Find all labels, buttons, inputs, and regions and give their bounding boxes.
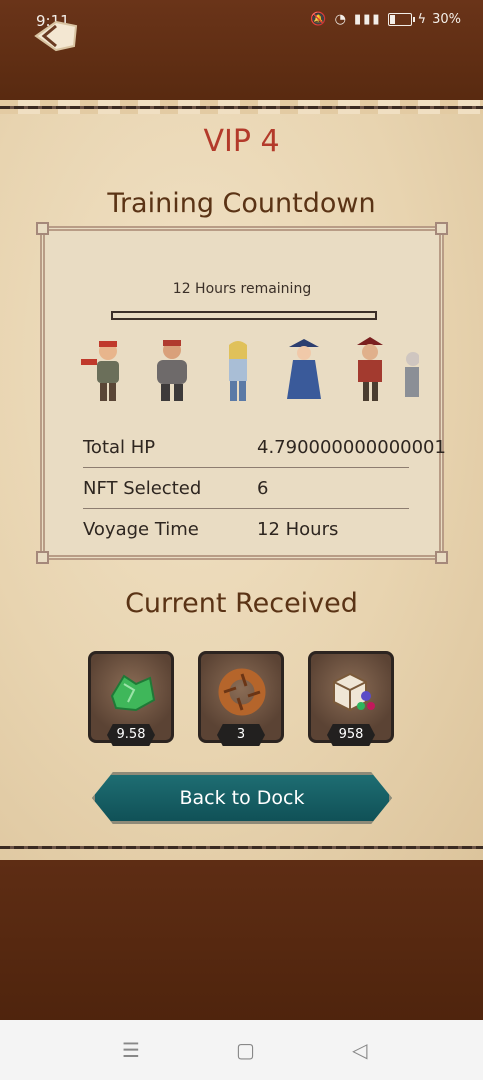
bottom-wood-border — [0, 860, 483, 1020]
hours-remaining-text: 12 Hours remaining — [172, 281, 312, 297]
back-nav-icon[interactable]: ◁ — [352, 1038, 367, 1062]
corner-ornament — [435, 222, 448, 235]
corner-ornament — [36, 551, 49, 564]
gem-cube-icon — [333, 672, 375, 712]
stat-value: 12 Hours — [257, 519, 339, 540]
stat-nft-selected: NFT Selected 6 — [83, 470, 409, 509]
green-crystal-icon — [110, 674, 156, 712]
reward-slot[interactable]: 958 — [308, 651, 394, 746]
reward-slot[interactable]: 9.58 — [88, 651, 174, 746]
battery-percent: 30% — [432, 12, 461, 27]
vip-level: VIP 4 — [203, 124, 280, 159]
back-button[interactable] — [34, 20, 78, 52]
current-received-title: Current Received — [125, 588, 358, 619]
pirate-4-figure — [287, 339, 321, 399]
reward-value: 9.58 — [107, 724, 155, 746]
stat-value: 4.790000000000001 — [257, 437, 446, 458]
pirate-1-figure — [81, 341, 119, 401]
top-rope-divider — [0, 106, 483, 109]
crew-lineup — [75, 337, 419, 405]
recents-icon[interactable]: ☰ — [122, 1038, 140, 1062]
charging-icon: ϟ — [417, 12, 427, 27]
stat-voyage-time: Voyage Time 12 Hours — [83, 511, 409, 549]
reward-value: 3 — [217, 724, 265, 746]
pirate-2-figure — [157, 340, 187, 401]
system-nav-bar: ☰ ▢ ◁ — [0, 1020, 483, 1080]
pirate-6-figure — [405, 352, 419, 397]
pirate-5-figure — [357, 337, 383, 401]
training-countdown-title: Training Countdown — [107, 188, 376, 219]
pirate-3-figure — [229, 341, 247, 401]
corner-ornament — [36, 222, 49, 235]
reward-slot[interactable]: 3 — [198, 651, 284, 746]
bottom-rope-divider — [0, 846, 483, 849]
stat-label: NFT Selected — [83, 478, 202, 499]
network-icons: 🔕 ◔ ▮▮▮ — [310, 12, 382, 27]
battery-level — [389, 15, 395, 24]
stat-total-hp: Total HP 4.790000000000001 — [83, 429, 446, 468]
wood-ring-icon — [218, 668, 266, 716]
status-indicators: 🔕 ◔ ▮▮▮ ϟ 30% — [310, 12, 461, 27]
stat-label: Total HP — [83, 437, 156, 458]
battery-icon — [387, 13, 415, 26]
corner-ornament — [435, 551, 448, 564]
stat-value: 6 — [257, 478, 269, 499]
back-to-dock-button[interactable]: Back to Dock — [92, 772, 392, 824]
stat-label: Voyage Time — [83, 519, 199, 540]
countdown-progress-bar — [111, 311, 377, 320]
training-panel: 12 Hours remaining Total HP 4.7900000000… — [36, 222, 448, 564]
reward-value: 958 — [327, 724, 375, 746]
home-icon[interactable]: ▢ — [236, 1038, 255, 1062]
